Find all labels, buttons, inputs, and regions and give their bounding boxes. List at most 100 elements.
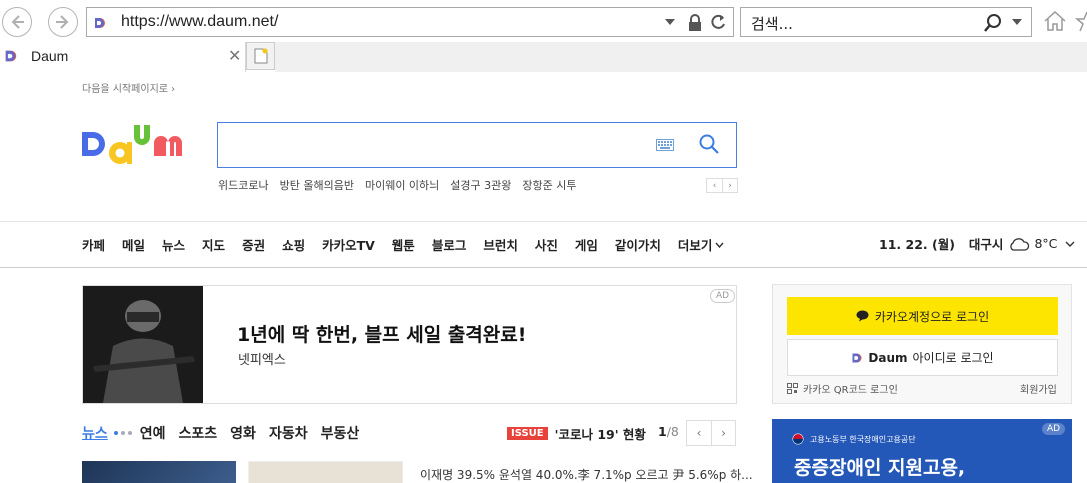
nav-item-stock[interactable]: 증권: [242, 235, 265, 254]
nav-item-photo[interactable]: 사진: [535, 235, 558, 254]
next-icon[interactable]: ›: [711, 421, 735, 445]
tab-indicator-dots: [113, 431, 132, 435]
login-box: 카카오계정으로 로그인 Daum 아이디로 로그인 카카오 QR코드 로그인 회원…: [772, 284, 1072, 404]
nav-item-blog[interactable]: 블로그: [432, 235, 467, 254]
dropdown-arrow-icon[interactable]: [665, 19, 675, 25]
main-search-input[interactable]: [217, 122, 737, 168]
dropdown-arrow-icon[interactable]: [1012, 19, 1022, 25]
lock-icon[interactable]: [687, 14, 703, 32]
forward-button[interactable]: [48, 7, 78, 37]
ad-advertiser: 넷피엑스: [238, 353, 286, 368]
prev-icon[interactable]: ‹: [687, 421, 711, 445]
ad-org: 고용노동부 한국장애인고용공단: [792, 433, 916, 445]
nav-item-shopping[interactable]: 쇼핑: [282, 235, 305, 254]
news-headline[interactable]: 이재명 39.5% 윤석열 40.0%.李 7.1%p 오르고 尹 5.6%p …: [420, 466, 753, 483]
news-thumbnail[interactable]: [248, 461, 403, 483]
tab-strip: [275, 42, 1087, 72]
qr-login-link[interactable]: 카카오 QR코드 로그인: [787, 381, 898, 396]
nav-item-together[interactable]: 같이가치: [615, 235, 661, 254]
daum-page: 다음을 시작페이지로 › 위드코로나 방탄 올해의음반 마이웨이 이하늬 설경구…: [0, 72, 1087, 483]
trend-item[interactable]: 위드코로나: [218, 177, 269, 193]
speech-bubble-icon: [856, 310, 869, 322]
temperature-text: 8°C: [1034, 236, 1058, 251]
url-text: https://www.daum.net/: [121, 13, 279, 30]
arrow-right-icon: [56, 15, 69, 29]
close-icon[interactable]: ✕: [228, 46, 241, 65]
side-ad-banner[interactable]: AD 고용노동부 한국장애인고용공단 중증장애인 지원고용,: [772, 419, 1072, 483]
daum-favicon-icon: [93, 16, 107, 30]
trend-item[interactable]: 장항준 시투: [522, 177, 576, 193]
date-text: 11. 22. (월): [879, 237, 955, 252]
tab-sports[interactable]: 스포츠: [179, 423, 218, 443]
nav-item-webtoon[interactable]: 웹툰: [392, 235, 415, 254]
nav-item-cafe[interactable]: 카페: [82, 235, 105, 254]
signup-link[interactable]: 회원가입: [1020, 381, 1057, 396]
issue-text: '코로나 19' 현황: [554, 427, 646, 442]
page-indicator: 1/8: [658, 424, 679, 439]
trend-item[interactable]: 방탄 올해의음반: [280, 177, 354, 193]
browser-chrome: https://www.daum.net/ 검색... Daum ✕: [0, 0, 1087, 72]
refresh-icon[interactable]: [709, 13, 727, 31]
daum-favicon-icon: [5, 50, 17, 62]
nav-item-kakaotv[interactable]: 카카오TV: [322, 235, 375, 254]
new-tab-button[interactable]: [246, 42, 275, 70]
nav-item-map[interactable]: 지도: [202, 235, 225, 254]
nav-item-news[interactable]: 뉴스: [162, 235, 185, 254]
daum-login-button[interactable]: Daum 아이디로 로그인: [787, 339, 1058, 376]
browser-tab-daum[interactable]: Daum ✕: [0, 42, 246, 72]
ad-banner[interactable]: 1년에 딱 한번, 블프 세일 출격완료! 넷피엑스 AD: [82, 285, 737, 404]
page-current: 1: [658, 424, 667, 439]
soldier-image: [83, 286, 203, 403]
tab-realestate[interactable]: 부동산: [321, 423, 360, 443]
issue-badge: ISSUE: [507, 427, 548, 440]
chevron-down-icon: [715, 242, 724, 248]
ad-image: [83, 286, 203, 403]
tab-movie[interactable]: 영화: [230, 423, 256, 443]
nav-item-game[interactable]: 게임: [575, 235, 598, 254]
search-icon[interactable]: [698, 133, 720, 155]
side-ad-title: 중증장애인 지원고용,: [794, 457, 966, 479]
issue-link[interactable]: ISSUE '코로나 19' 현황: [507, 424, 646, 443]
cloud-icon: [1010, 237, 1030, 251]
search-icon[interactable]: [983, 13, 1003, 33]
nav-more-button[interactable]: 더보기: [678, 235, 725, 254]
home-icon[interactable]: [1042, 8, 1068, 34]
chevron-down-icon[interactable]: [1065, 241, 1075, 247]
news-thumbnail[interactable]: [82, 461, 236, 483]
trend-item[interactable]: 마이웨이 이하늬: [365, 177, 439, 193]
address-bar[interactable]: https://www.daum.net/: [86, 7, 734, 37]
ad-badge: AD: [710, 289, 736, 303]
keyboard-icon[interactable]: [656, 139, 674, 151]
tab-news[interactable]: 뉴스: [82, 423, 108, 443]
nav-item-brunch[interactable]: 브런치: [483, 235, 518, 254]
set-start-page-label: 다음을 시작페이지로: [82, 84, 168, 95]
set-start-page-link[interactable]: 다음을 시작페이지로 ›: [82, 80, 175, 95]
next-icon[interactable]: ›: [722, 179, 737, 192]
tab-entertainment[interactable]: 연예: [140, 423, 166, 443]
daum-login-label: 아이디로 로그인: [912, 351, 994, 365]
nav-item-mail[interactable]: 메일: [122, 235, 145, 254]
daum-favicon-icon: [852, 353, 862, 362]
kakao-login-button[interactable]: 카카오계정으로 로그인: [787, 297, 1058, 335]
back-button[interactable]: [2, 7, 32, 37]
service-nav: 카페 메일 뉴스 지도 증권 쇼핑 카카오TV 웹툰 블로그 브런치 사진 게임…: [82, 235, 741, 254]
search-placeholder: 검색...: [751, 15, 793, 33]
tab-title: Daum: [31, 48, 69, 64]
tab-car[interactable]: 자동차: [269, 423, 308, 443]
prev-icon[interactable]: ‹: [707, 179, 722, 192]
arrow-left-icon: [11, 15, 24, 29]
trend-pager: ‹ ›: [706, 178, 738, 193]
news-pager: ‹ ›: [686, 420, 736, 446]
city-text[interactable]: 대구시: [969, 234, 1004, 253]
divider: [0, 221, 1087, 222]
news-tabs: 뉴스 연예 스포츠 영화 자동차 부동산: [82, 423, 372, 443]
qr-login-label: 카카오 QR코드 로그인: [803, 385, 898, 396]
daum-logo[interactable]: [82, 123, 200, 169]
ad-badge: AD: [1042, 423, 1066, 435]
page-total: /8: [666, 424, 679, 439]
star-icon[interactable]: [1074, 8, 1087, 34]
ad-title: 1년에 딱 한번, 블프 세일 출격완료!: [237, 324, 527, 346]
browser-search-bar[interactable]: 검색...: [740, 7, 1032, 37]
trending-keywords: 위드코로나 방탄 올해의음반 마이웨이 이하늬 설경구 3관왕 장항준 시투: [218, 177, 577, 193]
trend-item[interactable]: 설경구 3관왕: [450, 177, 511, 193]
